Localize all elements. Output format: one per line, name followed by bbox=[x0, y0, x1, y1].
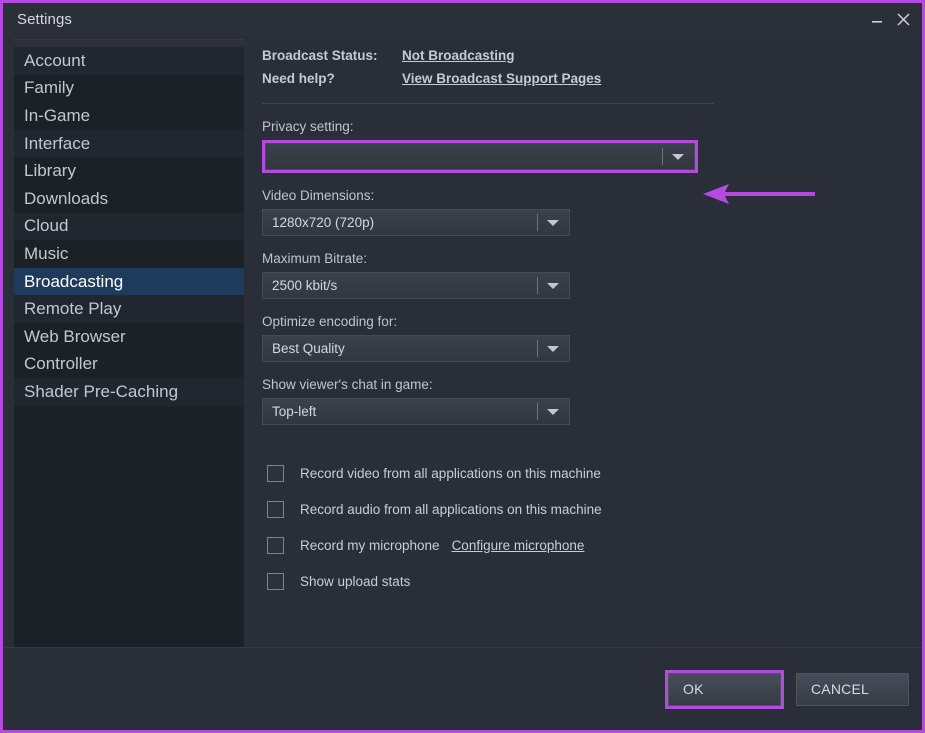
checkbox-record-audio-from-all-applications-on-this-machine[interactable] bbox=[267, 500, 284, 518]
sidebar-item-family[interactable]: Family bbox=[14, 75, 244, 103]
settings-window: Settings Account Family In-Game Interface Li… bbox=[3, 3, 922, 730]
status-row-label: Need help? bbox=[262, 71, 335, 86]
sidebar-item-cloud[interactable]: Cloud bbox=[14, 212, 244, 241]
sidebar-item-label: Interface bbox=[24, 133, 91, 153]
sidebar-item-label: Broadcasting bbox=[24, 271, 124, 291]
field-label-maximum-bitrate: Maximum Bitrate: bbox=[262, 251, 368, 266]
broadcasting-panel: Broadcast Status: Not Broadcasting Need he… bbox=[244, 39, 922, 673]
sidebar-item-label: Web Browser bbox=[24, 326, 126, 346]
dropdown-show-viewer-s-chat-in-game[interactable]: Top-left bbox=[262, 398, 570, 425]
sidebar-item-broadcasting[interactable]: Broadcasting bbox=[14, 267, 244, 296]
window-body: Account Family In-Game Interface Library Down… bbox=[3, 36, 922, 730]
privacy-dropdown-highlight: Anyone can watch my games bbox=[262, 140, 698, 173]
status-row-label: Broadcast Status: bbox=[262, 48, 378, 63]
field-label-video-dimensions: Video Dimensions: bbox=[262, 188, 375, 203]
status-row: Broadcast Status: Not Broadcasting bbox=[262, 48, 714, 71]
sidebar-item-shader-pre-caching[interactable]: Shader Pre-Caching bbox=[14, 378, 244, 406]
checkbox-label: Record video from all applications on th… bbox=[300, 465, 601, 481]
dialog-footer: OK CANCEL bbox=[3, 647, 922, 730]
status-row-link[interactable]: Not Broadcasting bbox=[402, 48, 515, 63]
sidebar-item-label: Family bbox=[24, 78, 75, 98]
sidebar-item-label: Controller bbox=[24, 354, 98, 374]
checkbox-label: Record my microphone bbox=[300, 537, 440, 553]
sidebar-item-label: Music bbox=[24, 243, 69, 263]
status-row-link[interactable]: View Broadcast Support Pages bbox=[402, 71, 601, 86]
checkbox-record-my-microphone[interactable] bbox=[267, 536, 284, 554]
dropdown-separator bbox=[537, 277, 538, 294]
section-divider bbox=[262, 103, 714, 104]
settings-sidebar[interactable]: Account Family In-Game Interface Library Down… bbox=[14, 39, 244, 673]
sidebar-item-in-game[interactable]: In-Game bbox=[14, 102, 244, 130]
field-label-show-viewer-s-chat-in-game: Show viewer's chat in game: bbox=[262, 377, 433, 392]
broadcasting-content: Broadcast Status: Not Broadcasting Need he… bbox=[262, 48, 714, 599]
window-title: Settings bbox=[17, 11, 72, 28]
broadcast-checkboxes: Record video from all applications on th… bbox=[262, 455, 714, 599]
dropdown-optimize-encoding-for[interactable]: Best Quality bbox=[262, 335, 570, 362]
dropdown-value: Top-left bbox=[272, 404, 317, 419]
checkbox-row-record-audio-from-all-applications-on-this-machine[interactable]: Record audio from all applications on th… bbox=[262, 491, 714, 527]
broadcast-fields: Privacy setting: Anyone can watch my game… bbox=[262, 119, 714, 425]
sidebar-item-web-browser[interactable]: Web Browser bbox=[14, 323, 244, 351]
sidebar-item-library[interactable]: Library bbox=[14, 157, 244, 185]
ok-button-highlight: OK bbox=[665, 669, 784, 709]
broadcast-status-rows: Broadcast Status: Not Broadcasting Need he… bbox=[262, 48, 714, 94]
screenshot-frame: Settings Account Family In-Game Interface Li… bbox=[0, 0, 925, 733]
ok-button[interactable]: OK bbox=[668, 672, 781, 706]
dropdown-separator bbox=[537, 214, 538, 231]
configure-microphone-link[interactable]: Configure microphone bbox=[452, 538, 585, 553]
dropdown-video-dimensions[interactable]: 1280x720 (720p) bbox=[262, 209, 570, 236]
chevron-down-icon[interactable] bbox=[547, 219, 559, 226]
checkbox-label: Record audio from all applications on th… bbox=[300, 501, 602, 517]
dropdown-separator bbox=[537, 340, 538, 357]
dropdown-privacy-setting[interactable]: Anyone can watch my games bbox=[265, 143, 695, 170]
checkbox-row-record-my-microphone[interactable]: Record my microphone Configure microphone bbox=[262, 527, 714, 563]
checkbox-label: Show upload stats bbox=[300, 573, 411, 589]
chevron-down-icon[interactable] bbox=[547, 345, 559, 352]
checkbox-record-video-from-all-applications-on-this-machine[interactable] bbox=[267, 464, 284, 482]
checkbox-row-show-upload-stats[interactable]: Show upload stats bbox=[262, 563, 714, 599]
sidebar-item-label: Downloads bbox=[24, 188, 109, 208]
cancel-button[interactable]: CANCEL bbox=[796, 672, 909, 706]
dropdown-value: Best Quality bbox=[272, 341, 345, 356]
sidebar-list: Account Family In-Game Interface Library Down… bbox=[14, 47, 244, 406]
chevron-down-icon[interactable] bbox=[672, 153, 684, 160]
chevron-down-icon[interactable] bbox=[547, 282, 559, 289]
minimize-icon[interactable] bbox=[864, 7, 890, 33]
sidebar-item-label: Account bbox=[24, 50, 86, 70]
sidebar-item-label: Cloud bbox=[24, 216, 69, 236]
dropdown-separator bbox=[537, 403, 538, 420]
field-label-optimize-encoding-for: Optimize encoding for: bbox=[262, 314, 398, 329]
dropdown-value: 1280x720 (720p) bbox=[272, 215, 375, 230]
sidebar-item-label: Remote Play bbox=[24, 299, 122, 319]
sidebar-item-interface[interactable]: Interface bbox=[14, 129, 244, 158]
status-row: Need help? View Broadcast Support Pages bbox=[262, 71, 714, 94]
dropdown-value: 2500 kbit/s bbox=[272, 278, 338, 293]
field-label-privacy-setting: Privacy setting: bbox=[262, 119, 354, 134]
sidebar-item-label: In-Game bbox=[24, 105, 91, 125]
sidebar-item-downloads[interactable]: Downloads bbox=[14, 185, 244, 213]
sidebar-item-music[interactable]: Music bbox=[14, 240, 244, 268]
close-icon[interactable] bbox=[890, 7, 916, 33]
sidebar-item-label: Library bbox=[24, 161, 76, 181]
checkbox-show-upload-stats[interactable] bbox=[267, 572, 284, 590]
sidebar-item-controller[interactable]: Controller bbox=[14, 351, 244, 379]
dropdown-separator bbox=[662, 148, 663, 165]
sidebar-item-remote-play[interactable]: Remote Play bbox=[14, 295, 244, 323]
chevron-down-icon[interactable] bbox=[547, 408, 559, 415]
sidebar-top-band bbox=[14, 40, 244, 47]
sidebar-item-label: Shader Pre-Caching bbox=[24, 381, 179, 401]
checkbox-row-record-video-from-all-applications-on-this-machine[interactable]: Record video from all applications on th… bbox=[262, 455, 714, 491]
window-titlebar: Settings bbox=[3, 3, 922, 36]
dropdown-maximum-bitrate[interactable]: 2500 kbit/s bbox=[262, 272, 570, 299]
sidebar-item-account[interactable]: Account bbox=[14, 47, 244, 75]
